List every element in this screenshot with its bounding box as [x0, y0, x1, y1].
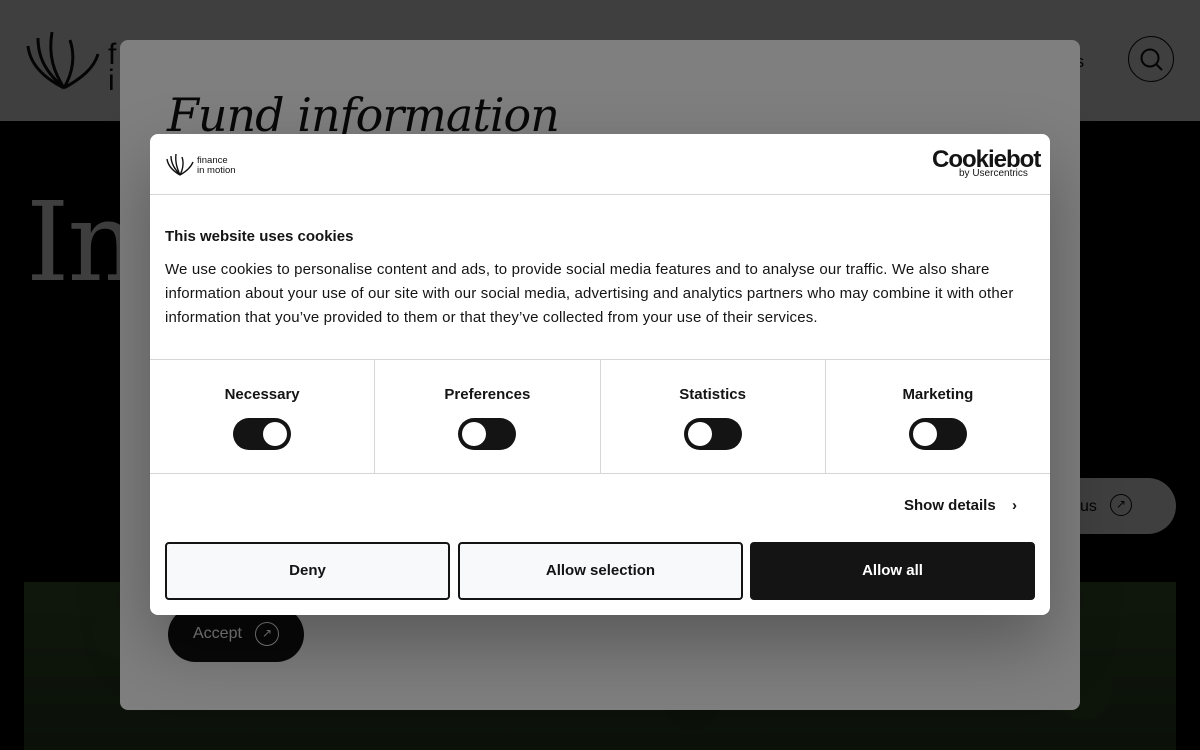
category-necessary: Necessary	[150, 360, 376, 473]
toggle-knob	[462, 422, 487, 446]
category-label: Preferences	[444, 386, 531, 403]
necessary-toggle[interactable]	[233, 418, 292, 450]
cookiebot-logo-subtitle: by Usercentrics	[959, 168, 1028, 179]
category-preferences: Preferences	[375, 360, 601, 473]
toggle-knob	[263, 422, 288, 446]
deny-button[interactable]: Deny	[165, 542, 450, 600]
category-label: Marketing	[902, 386, 974, 403]
cookie-dialog-header: finance in motion Cookiebot by Usercentr…	[150, 134, 1050, 195]
cookie-consent-dialog: finance in motion Cookiebot by Usercentr…	[150, 134, 1050, 615]
toggle-knob	[912, 422, 937, 446]
allow-selection-button[interactable]: Allow selection	[458, 542, 743, 600]
chevron-right-icon[interactable]: ›	[1012, 497, 1017, 514]
logo-text: in motion	[197, 165, 236, 176]
cookie-categories: Necessary Preferences Statistics Marketi…	[150, 359, 1050, 474]
category-marketing: Marketing	[826, 360, 1050, 473]
preferences-toggle[interactable]	[458, 418, 517, 450]
category-statistics: Statistics	[601, 360, 826, 473]
allow-all-button[interactable]: Allow all	[750, 542, 1035, 600]
category-label: Necessary	[224, 386, 300, 403]
marketing-toggle[interactable]	[908, 418, 967, 450]
cookie-dialog-title: This website uses cookies	[165, 228, 354, 245]
statistics-toggle[interactable]	[683, 418, 742, 450]
show-details-link[interactable]: Show details	[904, 497, 996, 514]
category-label: Statistics	[679, 386, 746, 403]
cookie-dialog-description: We use cookies to personalise content an…	[165, 261, 1014, 326]
toggle-knob	[687, 422, 712, 446]
